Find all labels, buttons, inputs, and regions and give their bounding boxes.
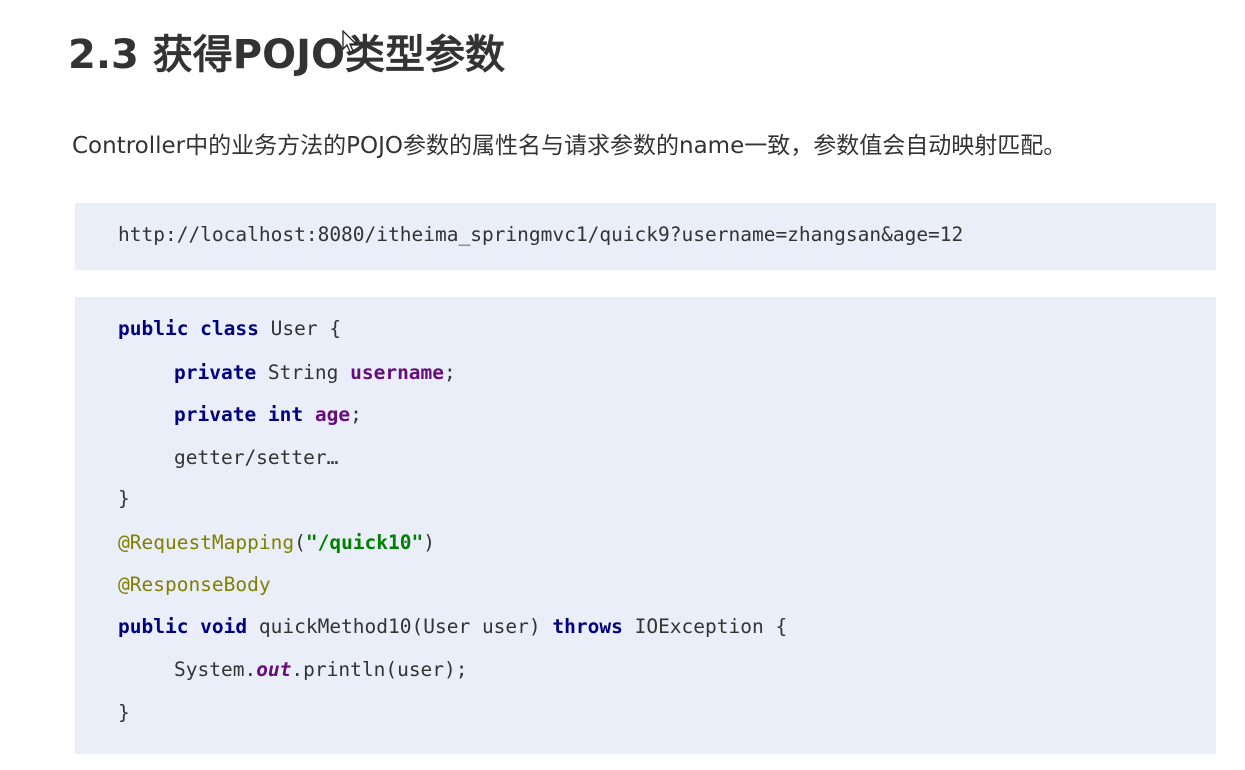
mouse-cursor-icon [342, 30, 358, 53]
code-line-1: public class User { [118, 315, 341, 343]
code-text: String [256, 361, 351, 384]
url-example: http://localhost:8080/itheima_springmvc1… [118, 223, 964, 246]
description-text: Controller中的业务方法的POJO参数的属性名与请求参数的name一致，… [72, 133, 1067, 159]
code-line-9: System.out.println(user); [118, 656, 468, 684]
code-annotation: @RequestMapping [118, 531, 295, 554]
code-text: .println(user); [291, 658, 468, 681]
code-keyword: private [174, 361, 257, 384]
code-line-3: private int age; [118, 401, 362, 429]
code-line-10: } [118, 701, 130, 724]
code-text: ) [423, 531, 436, 554]
code-line-7: @ResponseBody [118, 571, 271, 599]
code-annotation: @ResponseBody [118, 573, 271, 596]
code-text: ; [444, 361, 456, 384]
code-text: ( [294, 531, 306, 554]
code-keyword: throws [552, 615, 623, 638]
code-line-6: @RequestMapping("/quick10") [118, 529, 435, 557]
code-text: IOException { [622, 615, 788, 638]
code-static-field: out [256, 658, 292, 681]
code-text: User { [258, 317, 342, 340]
code-line-5: } [118, 487, 130, 510]
code-line-8: public void quickMethod10(User user) thr… [118, 613, 787, 641]
code-field: username [350, 361, 445, 384]
code-string: "/quick10" [305, 531, 424, 554]
code-line-2: private String username; [118, 359, 456, 387]
code-keyword: public class [118, 317, 259, 340]
code-keyword: public void [118, 615, 248, 638]
page-title: 2.3 获得POJO类型参数 [68, 32, 505, 78]
code-text: System. [174, 658, 257, 681]
code-text: ; [350, 403, 362, 426]
code-block: public class User { private String usern… [75, 297, 1216, 754]
code-text: quickMethod10(User user) [247, 615, 553, 638]
url-example-box: http://localhost:8080/itheima_springmvc1… [75, 203, 1216, 270]
code-keyword: private int [174, 403, 304, 426]
code-line-4: getter/setter… [174, 446, 339, 469]
code-field: age [314, 403, 351, 426]
